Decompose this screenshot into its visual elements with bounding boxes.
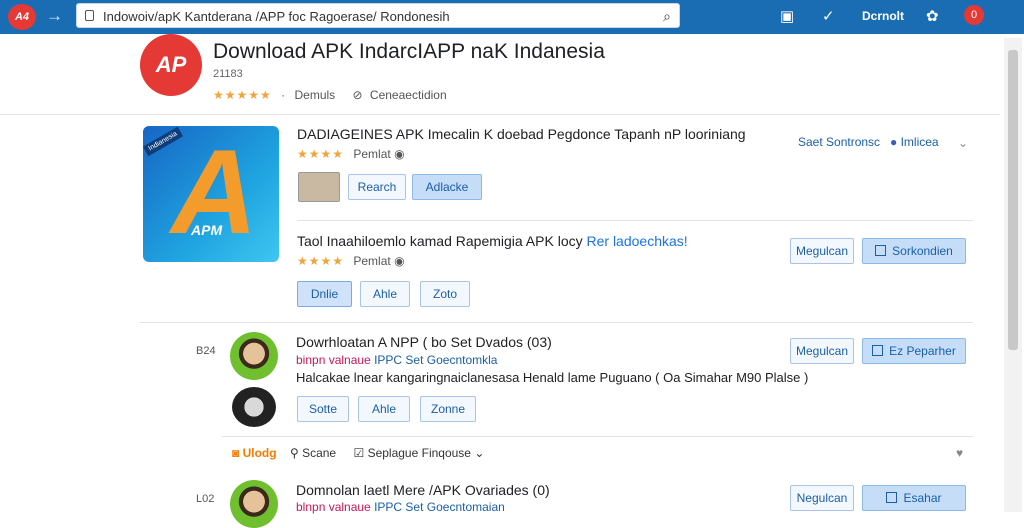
blog-icon: ◙	[232, 446, 240, 460]
square-icon	[875, 245, 887, 256]
card2-title-link[interactable]: Rer ladoechkas!	[587, 233, 688, 249]
app-logo: AP	[140, 34, 202, 96]
chevron-down-icon[interactable]: ♥	[956, 446, 963, 460]
share-icon: ⚲	[289, 446, 299, 460]
card1-side-link[interactable]: Saet Sontronsc	[798, 135, 880, 149]
sotte-button[interactable]: Sotte	[297, 396, 349, 422]
square-icon	[886, 492, 898, 503]
negulcan-button[interactable]: Negulcan	[790, 485, 854, 511]
card1-side-link-2[interactable]: ● Imlicea	[890, 135, 939, 149]
card2-title-text: Taol Inaahiloemlo kamad Rapemigia APK lo…	[297, 233, 583, 249]
card2-meta: ★★★★ Pemlat ◉	[297, 254, 405, 268]
chevron-down-icon[interactable]: ⌄	[474, 446, 484, 460]
power-icon[interactable]: 0	[964, 5, 984, 25]
lock-icon	[85, 10, 94, 21]
action-row: ◙ Ulodg ⚲ Scane ☑ Seplague Finqouse ⌄	[232, 446, 484, 460]
divider	[222, 436, 973, 437]
avatar[interactable]	[230, 332, 278, 380]
settings-icon[interactable]: ✿	[926, 7, 939, 25]
action-scane[interactable]: Scane	[302, 446, 336, 460]
zoto-button[interactable]: Zoto	[420, 281, 470, 307]
card1-title[interactable]: DADIAGEINES APK Imecalin K doebad Pegdon…	[297, 126, 746, 142]
card3-sub-red: binpn valnaue	[296, 353, 371, 367]
divider	[0, 114, 1000, 115]
card2-title[interactable]: Taol Inaahiloemlo kamad Rapemigia APK lo…	[297, 233, 688, 249]
card2-meta-text: Pemlat	[353, 254, 391, 268]
card3-number: B24	[196, 345, 216, 357]
card4-number: L02	[196, 493, 215, 505]
card1-meta-text: Pemlat	[353, 147, 391, 161]
ahle-button[interactable]: Ahle	[358, 396, 410, 422]
peparher-label: Ez Peparher	[889, 344, 956, 358]
header-meta: ★★★★★ · Demuls ⊘ Ceneaectidion	[213, 88, 447, 102]
checkbox-icon[interactable]: ☑	[353, 446, 364, 460]
download-count: 21183	[213, 68, 243, 80]
sorkondien-button[interactable]: Sorkondien	[862, 238, 966, 264]
globe-icon: ◉	[394, 254, 405, 268]
page-title: Download APK IndarcIAPP naK Indanesia	[213, 40, 605, 63]
card3-subtitle: binpn valnaue IPPC Set Goecntomkla	[296, 353, 497, 367]
card3-description: Halcakae lnear kangaringnaiclanesasa Hen…	[296, 370, 809, 385]
save-icon[interactable]: ▣	[780, 7, 794, 25]
image-label: APM	[191, 222, 223, 238]
card3-title[interactable]: Dowrhloatan A NPP ( bo Set Dvados (03)	[296, 334, 552, 350]
megulcan-button[interactable]: Megulcan	[790, 238, 854, 264]
user-icon: ●	[890, 135, 898, 149]
globe-icon: ◉	[394, 147, 405, 161]
card1-side-link-2-label: Imlicea	[900, 135, 939, 149]
link-icon: ⊘	[352, 88, 363, 102]
rating-stars: ★★★★★	[213, 88, 272, 102]
browser-toolbar: A4 → Indowoiv/apK Kantderana /APP foc Ra…	[0, 0, 1024, 34]
sorkondien-label: Sorkondien	[892, 244, 953, 258]
card1-meta: ★★★★ Pemlat ◉	[297, 147, 405, 161]
divider	[297, 220, 973, 221]
forward-arrow-icon[interactable]: →	[46, 6, 63, 26]
address-bar[interactable]: Indowoiv/apK Kantderana /APP foc Ragoera…	[76, 3, 680, 28]
action-blog[interactable]: Ulodg	[243, 446, 277, 460]
esahar-label: Esahar	[903, 491, 942, 505]
card3-sub-blue[interactable]: IPPC Set Goecntomkla	[374, 353, 497, 367]
meta-category[interactable]: Ceneaectidion	[370, 88, 447, 102]
card1-stars: ★★★★	[297, 147, 345, 161]
square-icon	[872, 345, 884, 356]
apk-app-image[interactable]: Indianesia A APM	[143, 126, 279, 262]
search-icon[interactable]: ⌕	[663, 8, 671, 25]
divider	[140, 322, 973, 323]
scrollbar[interactable]	[1004, 38, 1022, 512]
chevron-down-icon[interactable]: ⌄	[958, 136, 968, 150]
meta-demuls[interactable]: Demuls	[294, 88, 335, 102]
check-icon[interactable]: ✓	[822, 7, 835, 25]
ahle-button[interactable]: Ahle	[360, 281, 410, 307]
card4-title[interactable]: Domnolan laetl Mere /APK Ovariades (0)	[296, 482, 550, 498]
rearch-button[interactable]: Rearch	[348, 174, 406, 200]
avatar[interactable]	[230, 480, 278, 528]
account-label[interactable]: Dcrnolt	[862, 9, 904, 23]
card2-stars: ★★★★	[297, 254, 345, 268]
avatar[interactable]	[232, 387, 276, 427]
url-text[interactable]: Indowoiv/apK Kantderana /APP foc Ragoera…	[103, 9, 450, 24]
browser-logo-icon[interactable]: A4	[8, 4, 36, 30]
rating-separator: ·	[281, 88, 286, 102]
peparher-button[interactable]: Ez Peparher	[862, 338, 966, 364]
scrollbar-thumb[interactable]	[1008, 50, 1018, 350]
adlacke-button[interactable]: Adlacke	[412, 174, 482, 200]
zonne-button[interactable]: Zonne	[420, 396, 476, 422]
esahar-button[interactable]: Esahar	[862, 485, 966, 511]
megulcan-button[interactable]: Megulcan	[790, 338, 854, 364]
action-finqouse[interactable]: Seplague Finqouse	[368, 446, 471, 460]
user-thumbnail[interactable]	[298, 172, 340, 202]
dnlie-button[interactable]: Dnlie	[297, 281, 352, 307]
